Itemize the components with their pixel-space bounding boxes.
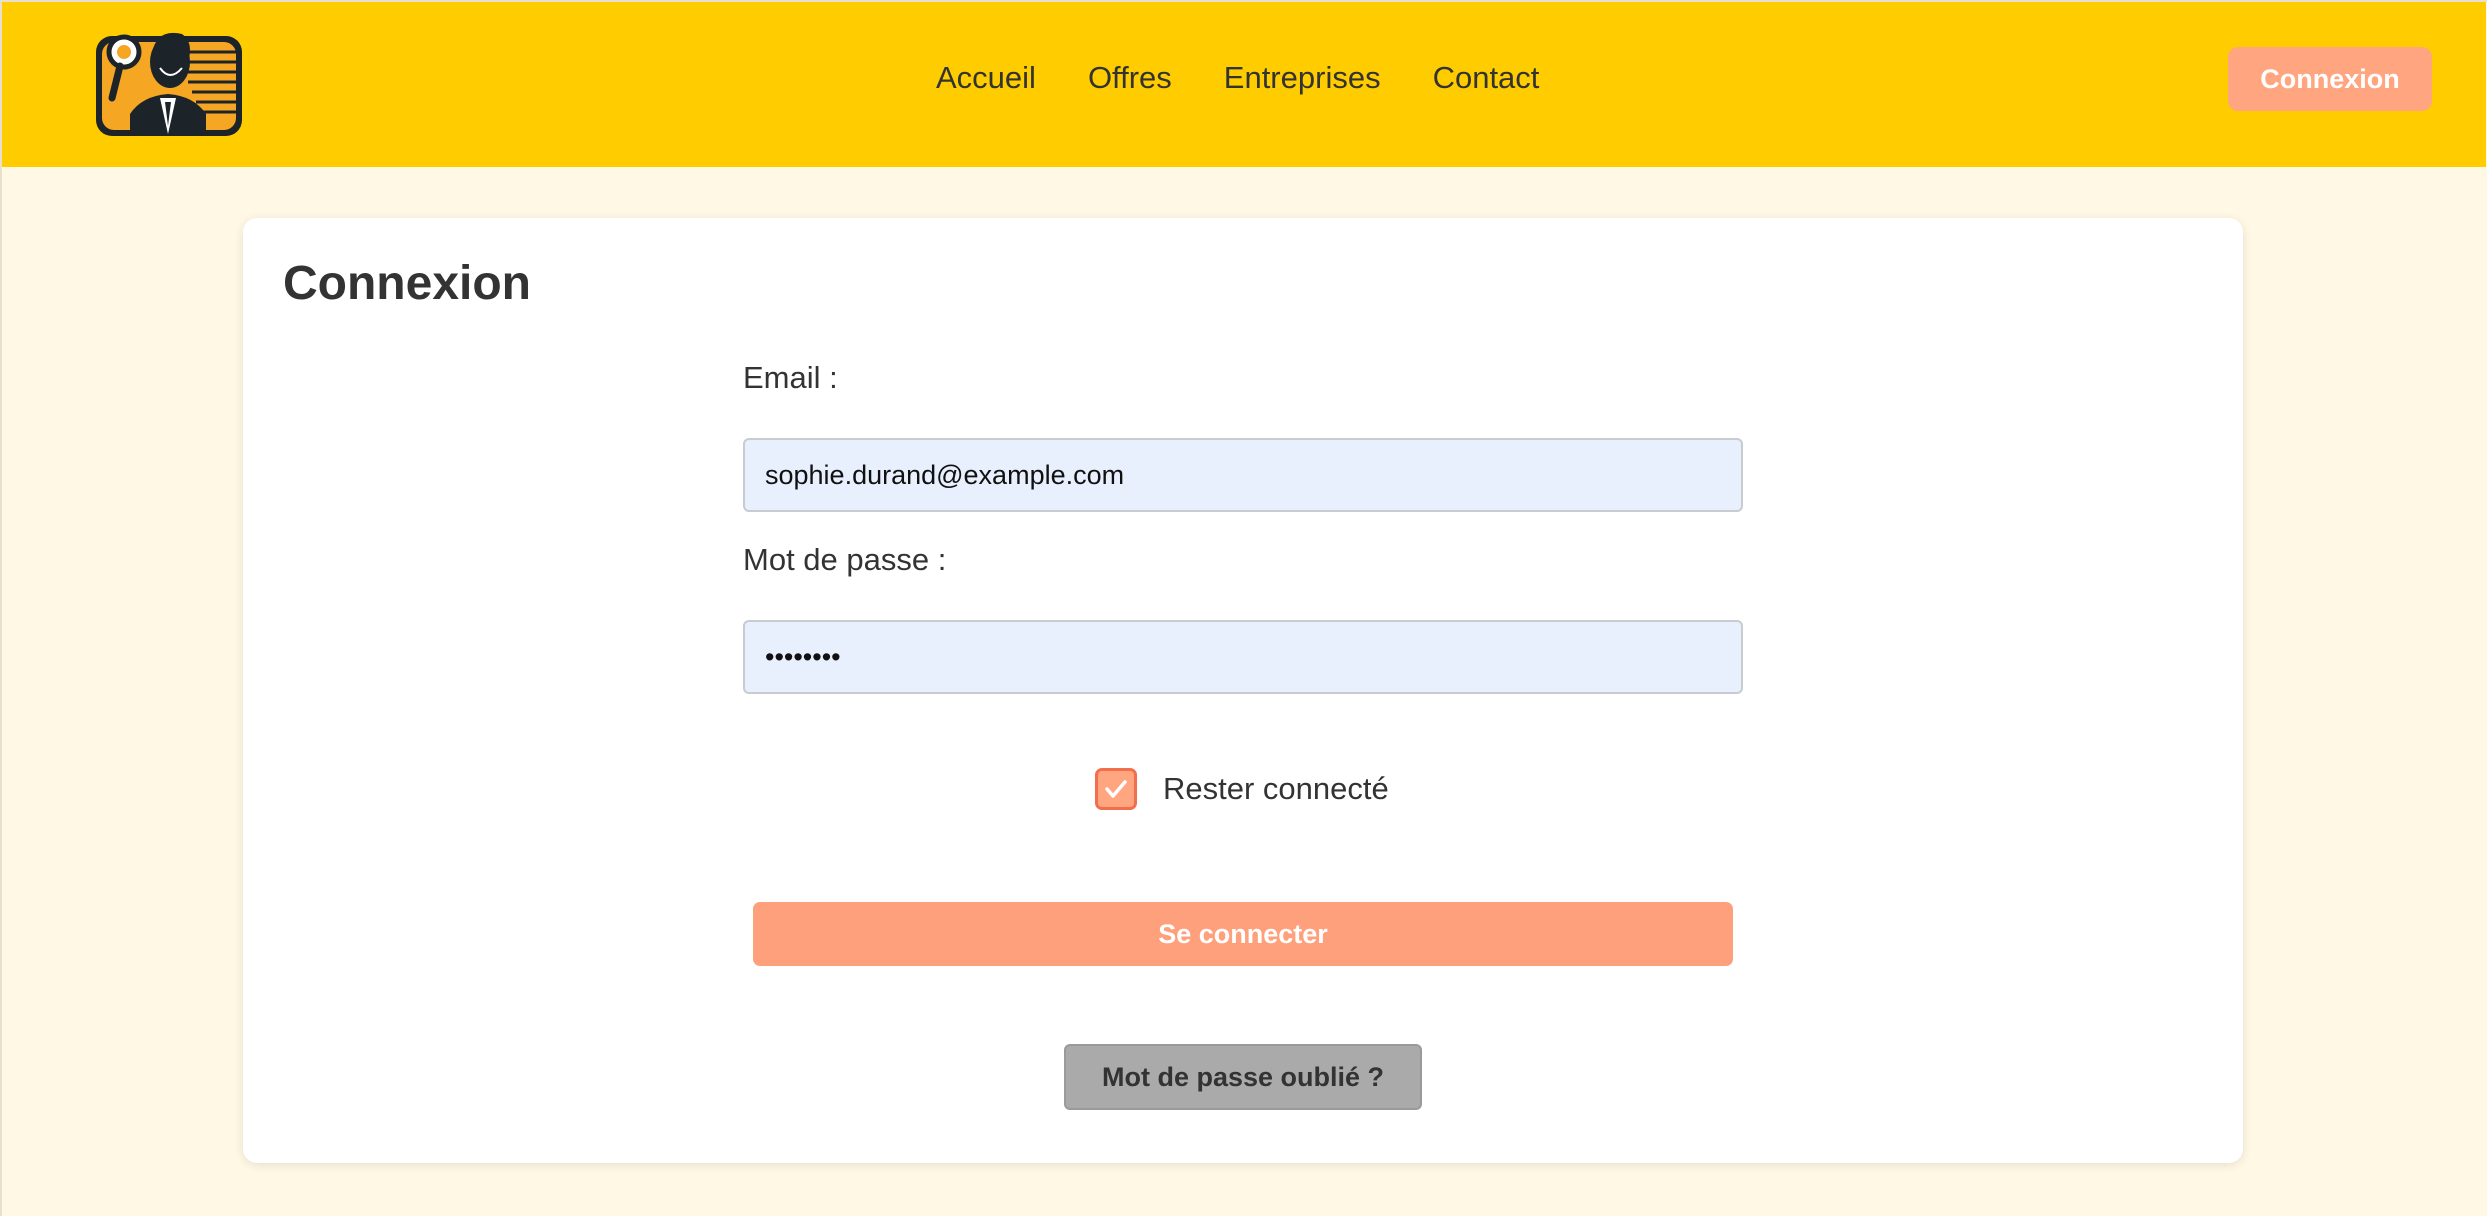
email-field[interactable] <box>743 438 1743 512</box>
remember-checkbox[interactable] <box>1095 768 1137 810</box>
check-icon <box>1105 780 1127 798</box>
nav-accueil[interactable]: Accueil <box>936 58 1036 98</box>
nav-entreprises[interactable]: Entreprises <box>1224 58 1381 98</box>
password-label: Mot de passe : <box>743 542 947 577</box>
remember-me: Rester connecté <box>1095 768 1389 810</box>
login-card: Connexion Email : Mot de passe : Rester … <box>243 218 2243 1163</box>
header-login-button[interactable]: Connexion <box>2228 47 2432 111</box>
businessman-magnifier-logo[interactable] <box>90 22 248 140</box>
site-header: Accueil Offres Entreprises Contact Conne… <box>2 2 2486 167</box>
remember-label: Rester connecté <box>1163 771 1389 806</box>
nav-contact[interactable]: Contact <box>1433 58 1540 98</box>
email-label: Email : <box>743 360 838 395</box>
main-nav: Accueil Offres Entreprises Contact <box>936 58 1539 98</box>
nav-offres[interactable]: Offres <box>1088 58 1172 98</box>
forgot-password-button[interactable]: Mot de passe oublié ? <box>1064 1044 1422 1110</box>
password-field[interactable] <box>743 620 1743 694</box>
submit-button[interactable]: Se connecter <box>753 902 1733 966</box>
page-title: Connexion <box>283 257 531 310</box>
